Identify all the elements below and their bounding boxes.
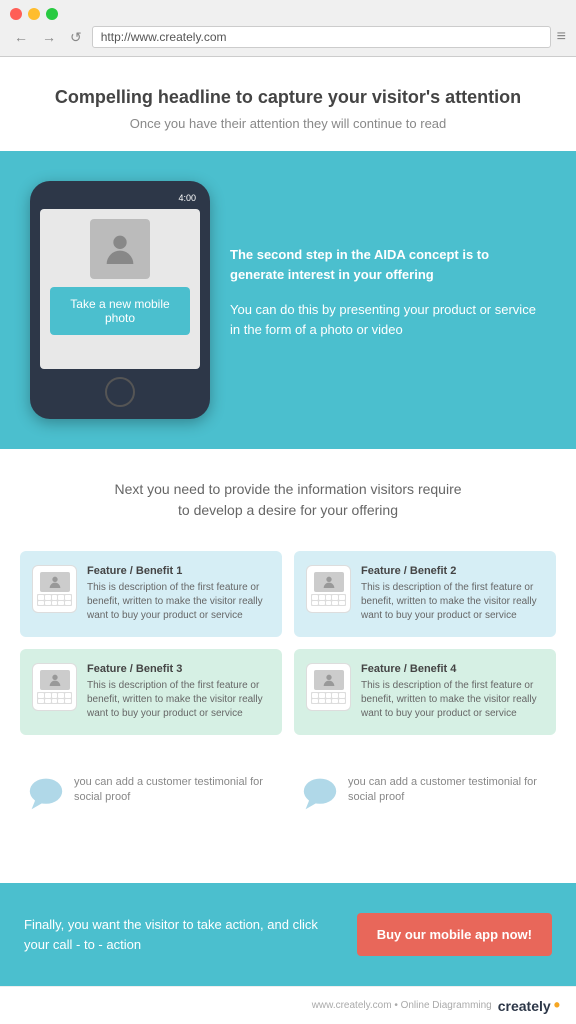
feature-phone-3 [32, 663, 77, 711]
feature-phone-1 [32, 565, 77, 613]
creately-logo: creately • [498, 995, 560, 1016]
desire-section: Next you need to provide the information… [0, 449, 576, 541]
feature-title-4: Feature / Benefit 4 [361, 663, 544, 675]
aida-text1: The second step in the AIDA concept is t… [230, 247, 489, 282]
phone-avatar [90, 219, 150, 279]
back-button[interactable]: ← [10, 27, 32, 47]
creately-footer-text: www.creately.com • Online Diagramming [312, 1000, 492, 1011]
hero-section: Compelling headline to capture your visi… [0, 57, 576, 151]
testimonials-section: you can add a customer testimonial for s… [0, 755, 576, 841]
mini-keyboard-3 [37, 692, 72, 704]
phone-status-bar: 4:00 [40, 191, 200, 205]
mini-keyboard-2 [311, 594, 346, 606]
feature-info-2: Feature / Benefit 2 This is description … [361, 565, 544, 623]
feature-desc-2: This is description of the first feature… [361, 581, 544, 623]
feature-title-1: Feature / Benefit 1 [87, 565, 270, 577]
feature-card-1: Feature / Benefit 1 This is description … [20, 551, 282, 637]
mini-avatar-4 [314, 670, 344, 690]
creately-dot-yellow: • [554, 995, 560, 1016]
mini-avatar-2 [314, 572, 344, 592]
feature-info-3: Feature / Benefit 3 This is description … [87, 663, 270, 721]
browser-chrome: ← → ↺ http://www.creately.com ≡ [0, 0, 576, 57]
menu-button[interactable]: ≡ [557, 28, 566, 46]
phone-mockup: 4:00 Take a new mobile photo [30, 181, 210, 419]
minimize-button[interactable] [28, 8, 40, 20]
page-content: Compelling headline to capture your visi… [0, 57, 576, 1024]
feature-info-1: Feature / Benefit 1 This is description … [87, 565, 270, 623]
speech-bubble-icon-1 [28, 775, 64, 811]
browser-nav: ← → ↺ http://www.creately.com ≡ [10, 26, 566, 48]
traffic-lights [10, 8, 566, 20]
phone-cta-button[interactable]: Take a new mobile photo [50, 287, 190, 335]
feature-title-2: Feature / Benefit 2 [361, 565, 544, 577]
speech-bubble-icon-2 [302, 775, 338, 811]
mini-keyboard-4 [311, 692, 346, 704]
forward-button[interactable]: → [38, 27, 60, 47]
features-grid: Feature / Benefit 1 This is description … [0, 541, 576, 755]
mini-keyboard-1 [37, 594, 72, 606]
address-bar[interactable]: http://www.creately.com [92, 26, 551, 48]
cta-footer: Finally, you want the visitor to take ac… [0, 883, 576, 986]
testimonial-text-2: you can add a customer testimonial for s… [348, 775, 548, 806]
cta-footer-text: Finally, you want the visitor to take ac… [24, 915, 337, 954]
phone-time: 4:00 [178, 193, 196, 203]
feature-card-3: Feature / Benefit 3 This is description … [20, 649, 282, 735]
maximize-button[interactable] [46, 8, 58, 20]
hero-subheadline: Once you have their attention they will … [40, 116, 536, 131]
mini-avatar-1 [40, 572, 70, 592]
feature-desc-1: This is description of the first feature… [87, 581, 270, 623]
refresh-button[interactable]: ↺ [66, 27, 86, 48]
close-button[interactable] [10, 8, 22, 20]
phone-home-button [105, 377, 135, 407]
feature-phone-2 [306, 565, 351, 613]
feature-desc-4: This is description of the first feature… [361, 679, 544, 721]
hero-headline: Compelling headline to capture your visi… [40, 87, 536, 108]
testimonial-1: you can add a customer testimonial for s… [20, 765, 282, 821]
feature-title-3: Feature / Benefit 3 [87, 663, 270, 675]
creately-footer: www.creately.com • Online Diagramming cr… [0, 986, 576, 1024]
feature-phone-4 [306, 663, 351, 711]
feature-info-4: Feature / Benefit 4 This is description … [361, 663, 544, 721]
feature-desc-3: This is description of the first feature… [87, 679, 270, 721]
creately-logo-text: creately [498, 998, 551, 1014]
avatar-icon [100, 229, 140, 269]
mini-avatar-3 [40, 670, 70, 690]
testimonial-text-1: you can add a customer testimonial for s… [74, 775, 274, 806]
cta-buy-button[interactable]: Buy our mobile app now! [357, 913, 552, 956]
testimonial-2: you can add a customer testimonial for s… [294, 765, 556, 821]
aida-text2: You can do this by presenting your produ… [230, 300, 536, 339]
desire-text: Next you need to provide the information… [108, 479, 468, 521]
phone-screen: Take a new mobile photo [40, 209, 200, 369]
aida-banner: 4:00 Take a new mobile photo The second … [0, 151, 576, 449]
aida-text: The second step in the AIDA concept is t… [210, 235, 556, 365]
feature-card-2: Feature / Benefit 2 This is description … [294, 551, 556, 637]
feature-card-4: Feature / Benefit 4 This is description … [294, 649, 556, 735]
